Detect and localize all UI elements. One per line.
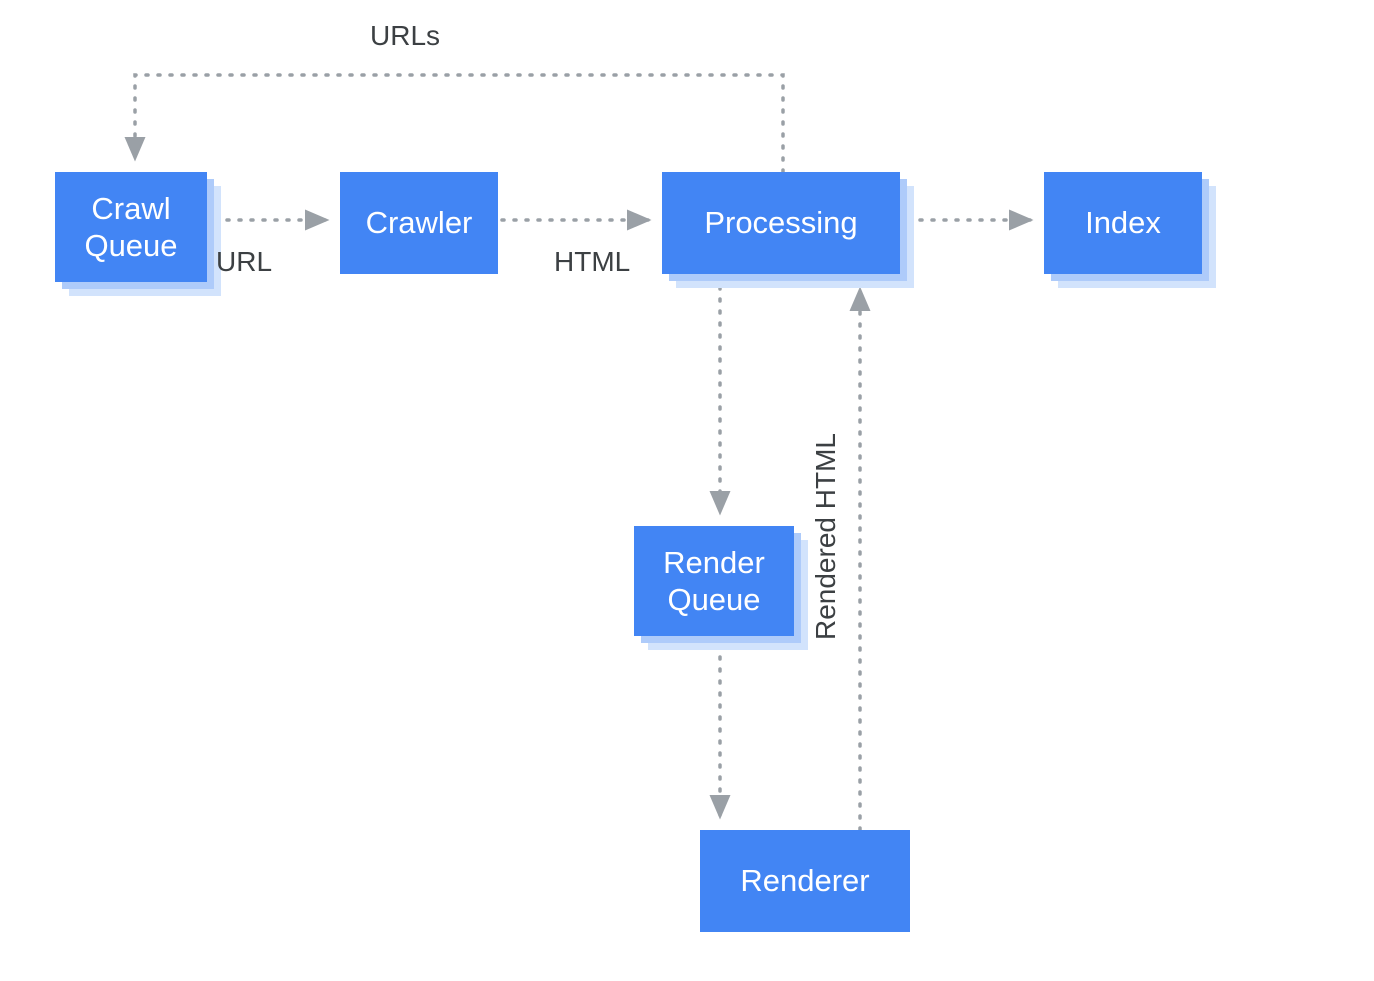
node-render-queue: Render Queue — [634, 526, 794, 636]
node-renderer: Renderer — [700, 830, 910, 932]
node-processing: Processing — [662, 172, 900, 274]
node-index: Index — [1044, 172, 1202, 274]
label-rendered-html: Rendered HTML — [810, 433, 842, 640]
node-crawl-queue: Crawl Queue — [55, 172, 207, 282]
connectors-layer — [0, 0, 1374, 981]
label-html: HTML — [554, 246, 630, 278]
pipeline-diagram: Crawl Queue Crawler Processing Index Ren… — [0, 0, 1374, 981]
label-url: URL — [216, 246, 272, 278]
node-crawler: Crawler — [340, 172, 498, 274]
label-urls: URLs — [370, 20, 440, 52]
edge-processing-to-crawlqueue — [135, 75, 783, 172]
